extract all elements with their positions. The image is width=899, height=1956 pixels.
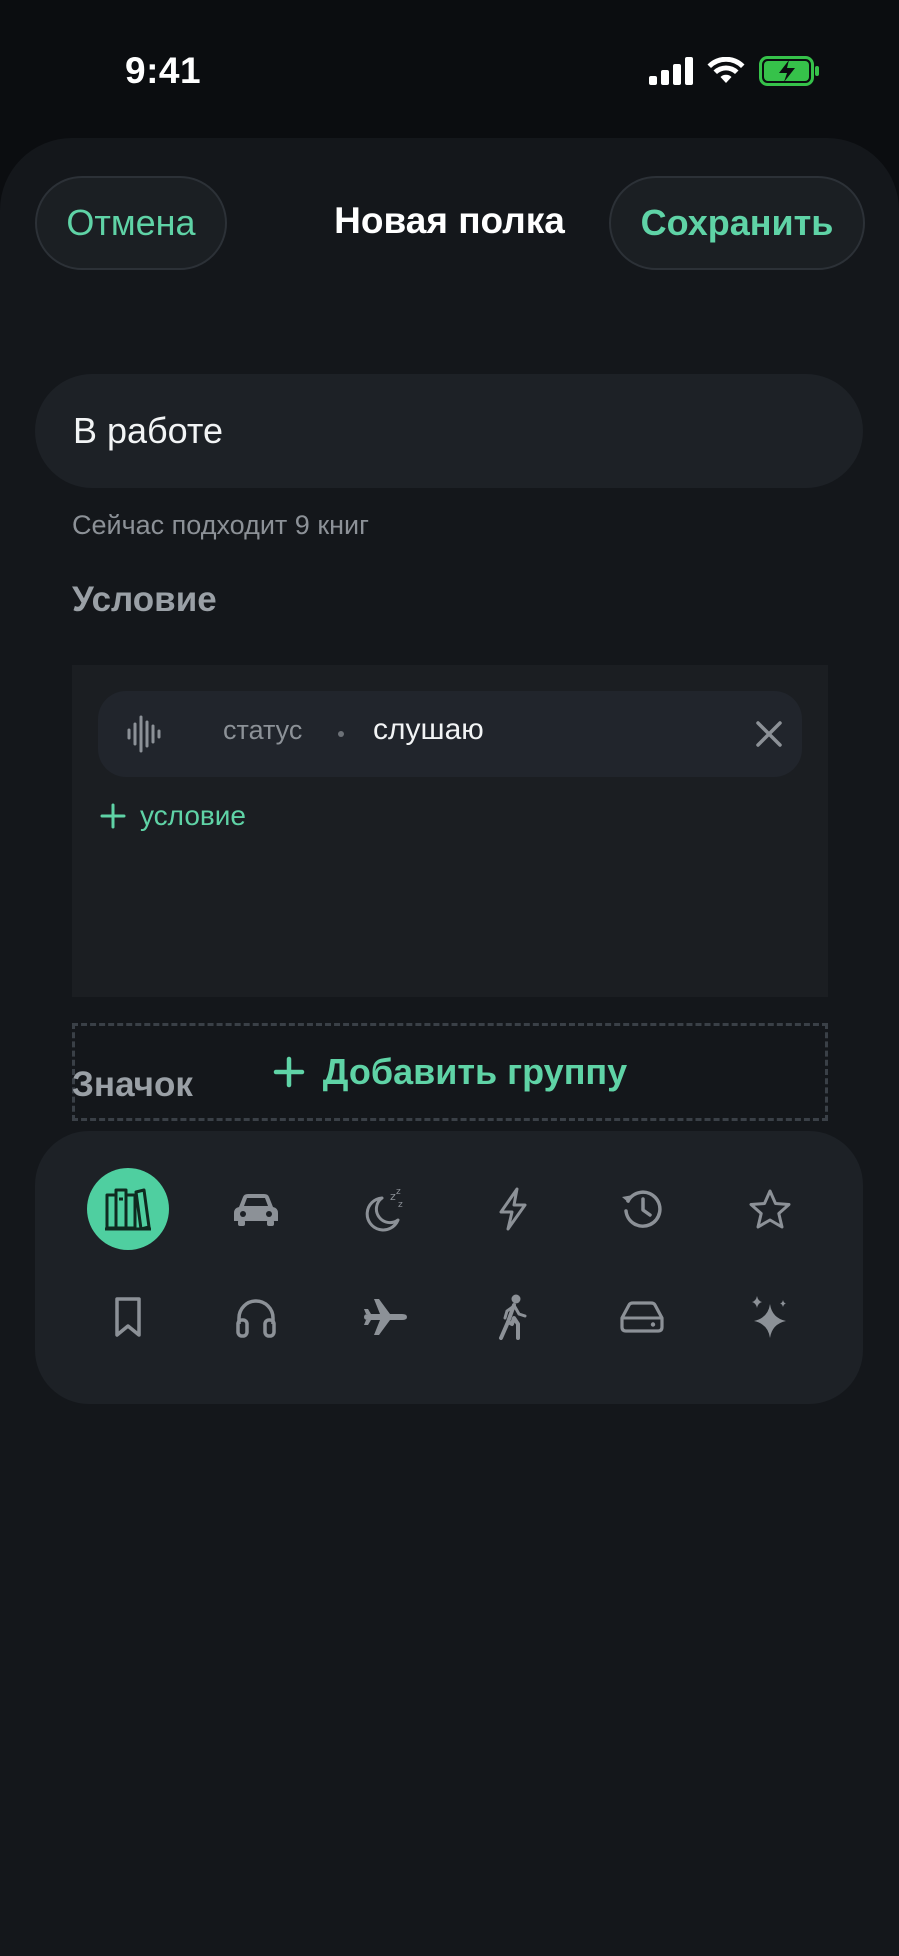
icon-option-sleep[interactable]: z z z <box>344 1168 426 1250</box>
drive-icon <box>620 1301 664 1333</box>
rule-field-label: статус <box>223 715 303 745</box>
headphones-icon <box>236 1299 276 1338</box>
wifi-icon <box>707 57 745 83</box>
matching-books-hint: Сейчас подходит 9 книг <box>72 510 369 540</box>
rule-value: слушаю <box>373 713 484 746</box>
save-button[interactable]: Сохранить <box>609 176 865 270</box>
icon-option-star[interactable] <box>729 1168 811 1250</box>
icon-option-car[interactable] <box>215 1168 297 1250</box>
icon-option-airplane[interactable] <box>344 1276 426 1358</box>
battery-charging-icon <box>759 56 819 86</box>
add-condition-button[interactable]: условие <box>100 800 246 832</box>
icon-section-title: Значок <box>72 1065 193 1104</box>
star-icon <box>749 1189 791 1229</box>
icon-option-history[interactable] <box>601 1168 683 1250</box>
books-icon <box>105 1188 151 1231</box>
condition-group: статус слушаю условие <box>72 665 828 997</box>
sparkles-icon <box>752 1296 786 1338</box>
plus-icon <box>100 803 126 829</box>
rule-separator-dot <box>338 731 344 737</box>
airplane-icon <box>364 1299 407 1335</box>
icon-option-walking[interactable] <box>472 1276 554 1358</box>
add-group-label: Добавить группу <box>322 1051 628 1092</box>
icon-option-books[interactable] <box>87 1168 169 1250</box>
shelf-name-value: В работе <box>73 410 224 451</box>
condition-section-title: Условие <box>72 580 217 619</box>
plus-icon <box>273 1056 305 1088</box>
icon-option-drive[interactable] <box>601 1276 683 1358</box>
svg-text:z: z <box>398 1200 403 1210</box>
svg-text:z: z <box>396 1187 401 1197</box>
icon-option-headphones[interactable] <box>215 1276 297 1358</box>
bookmark-icon <box>115 1297 141 1337</box>
history-icon <box>622 1190 662 1228</box>
walking-icon <box>499 1294 527 1340</box>
icon-option-sparkles[interactable] <box>729 1276 811 1358</box>
status-time: 9:41 <box>125 50 202 91</box>
moon-sleep-icon: z z z <box>365 1187 403 1232</box>
new-shelf-sheet: Отмена Новая полка Сохранить В работе Се… <box>0 138 899 1956</box>
remove-rule-icon[interactable] <box>752 717 786 751</box>
icon-option-bookmark[interactable] <box>87 1276 169 1358</box>
status-bar: 9:41 <box>0 0 899 140</box>
cellular-signal-icon <box>649 57 693 85</box>
icon-picker: z z z <box>35 1131 863 1404</box>
add-condition-label: условие <box>140 800 246 831</box>
shelf-name-input[interactable]: В работе <box>35 374 863 488</box>
icon-option-bolt[interactable] <box>472 1168 554 1250</box>
status-icons <box>649 56 821 86</box>
waveform-icon <box>127 715 161 753</box>
bolt-icon <box>499 1187 527 1231</box>
condition-rule-row[interactable]: статус слушаю <box>98 691 802 777</box>
car-icon <box>234 1194 278 1226</box>
